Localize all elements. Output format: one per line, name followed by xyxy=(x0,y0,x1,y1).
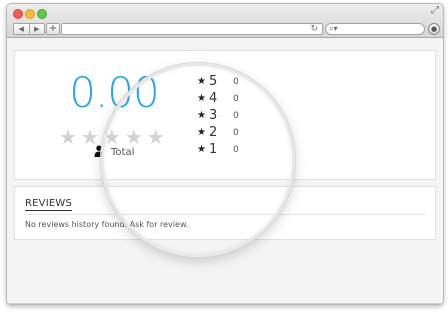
new-tab-button[interactable]: + xyxy=(46,23,60,35)
star-icon: ★ xyxy=(197,76,206,87)
forward-button[interactable]: ▶ xyxy=(28,24,45,34)
browser-toolbar: ⤢ ◀ ▶ + ↻ ⌕▾ ● xyxy=(7,4,443,38)
history-nav: ◀ ▶ xyxy=(13,23,45,35)
star-icon: ★ xyxy=(197,93,206,104)
average-score: 0.00 xyxy=(69,68,160,117)
empty-reviews-message: No reviews history found. Ask for review… xyxy=(25,220,189,229)
breakdown-row: ★ 5 0 xyxy=(197,73,239,90)
divider xyxy=(25,214,425,215)
star-icon: ★ xyxy=(102,125,125,149)
star-count: 0 xyxy=(233,110,239,121)
search-icon: ⌕▾ xyxy=(329,24,338,33)
star-icon: ★ xyxy=(146,125,169,149)
search-field[interactable]: ⌕▾ xyxy=(325,23,425,35)
star-icon: ★ xyxy=(197,144,206,155)
star-count: 0 xyxy=(233,144,239,155)
breakdown-row: ★ 3 0 xyxy=(197,107,239,124)
back-button[interactable]: ◀ xyxy=(14,24,29,34)
rating-breakdown: ★ 5 0 ★ 4 0 ★ 3 0 ★ 2 0 ★ 1 0 xyxy=(197,73,239,158)
address-bar[interactable]: ↻ xyxy=(61,23,323,35)
reviews-panel: REVIEWS No reviews history found. Ask fo… xyxy=(14,186,436,240)
star-count: 0 xyxy=(233,127,239,138)
close-window-button[interactable] xyxy=(13,9,23,19)
star-count: 0 xyxy=(233,93,239,104)
star-icon: ★ xyxy=(197,110,206,121)
star-level: 3 xyxy=(209,108,218,123)
star-icon: ★ xyxy=(124,125,147,149)
star-count: 0 xyxy=(233,76,239,87)
reviews-heading: REVIEWS xyxy=(25,198,73,211)
breakdown-row: ★ 4 0 xyxy=(197,90,239,107)
total-label: Total xyxy=(111,147,135,158)
breakdown-row: ★ 1 0 xyxy=(197,141,239,158)
star-level: 2 xyxy=(209,125,218,140)
star-level: 1 xyxy=(209,142,218,157)
star-icon: ★ xyxy=(59,125,81,149)
divider xyxy=(6,303,442,304)
breakdown-row: ★ 2 0 xyxy=(197,124,239,141)
star-level: 5 xyxy=(209,74,218,89)
user-icon xyxy=(94,145,104,157)
star-icon: ★ xyxy=(197,127,206,138)
star-rating: ★★★★★ xyxy=(59,125,169,149)
zoom-window-button[interactable] xyxy=(37,9,47,19)
fullscreen-icon[interactable]: ⤢ xyxy=(431,6,439,16)
minimize-window-button[interactable] xyxy=(25,9,35,19)
reload-icon[interactable]: ↻ xyxy=(310,23,318,35)
rating-summary-panel: 0.00 ★★★★★ Total ★ 5 0 ★ 4 0 ★ 3 0 ★ 2 0… xyxy=(14,50,436,180)
star-level: 4 xyxy=(209,91,218,106)
downloads-icon[interactable]: ● xyxy=(428,23,440,35)
